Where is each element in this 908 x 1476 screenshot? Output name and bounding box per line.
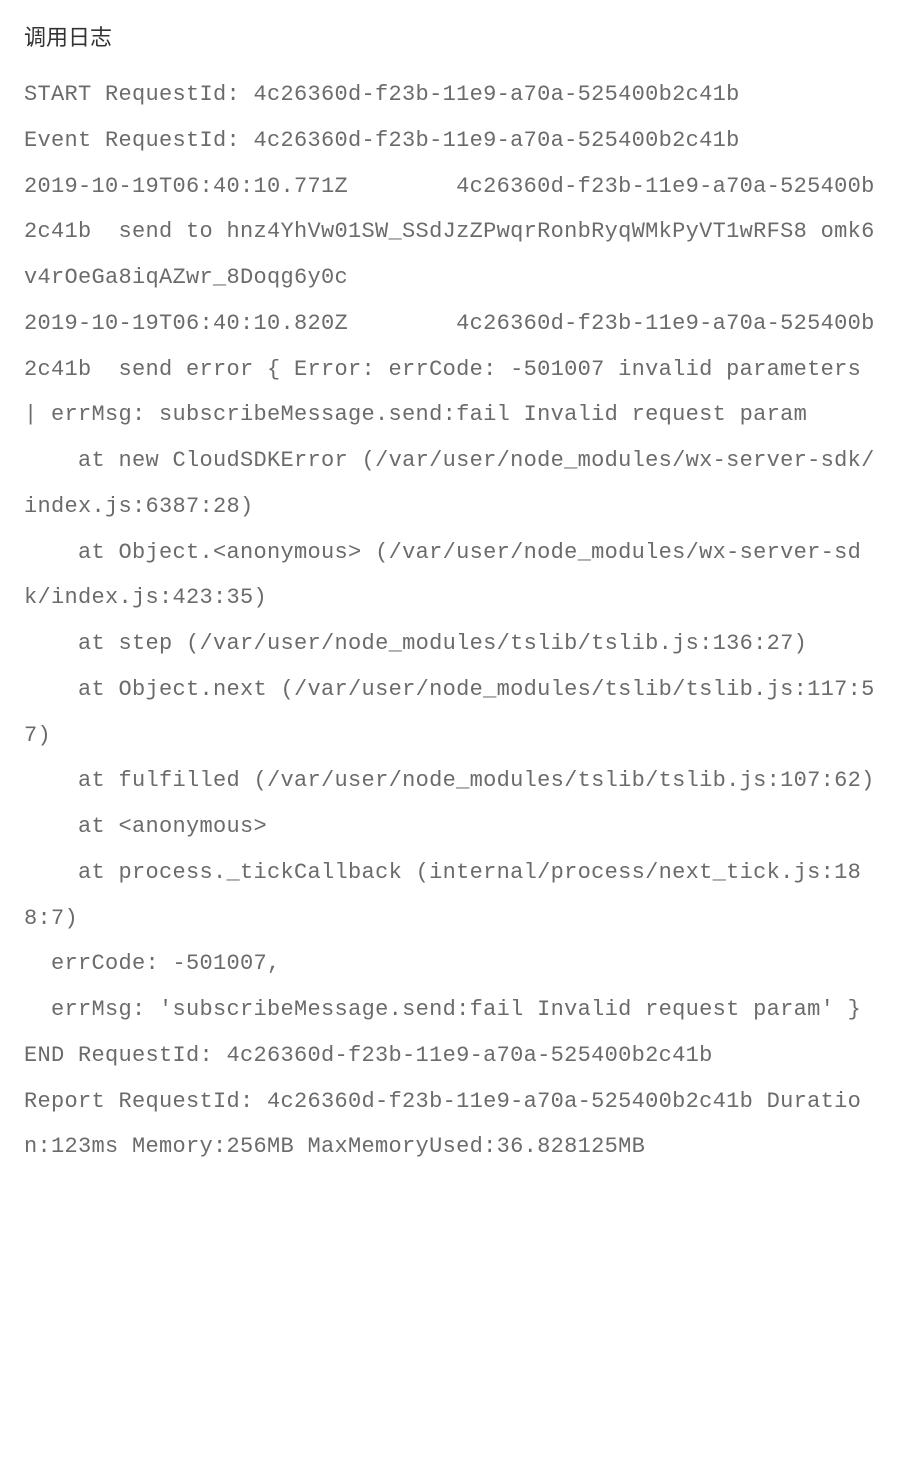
log-output: START RequestId: 4c26360d-f23b-11e9-a70a…	[24, 72, 884, 1170]
log-panel-title: 调用日志	[24, 20, 884, 52]
